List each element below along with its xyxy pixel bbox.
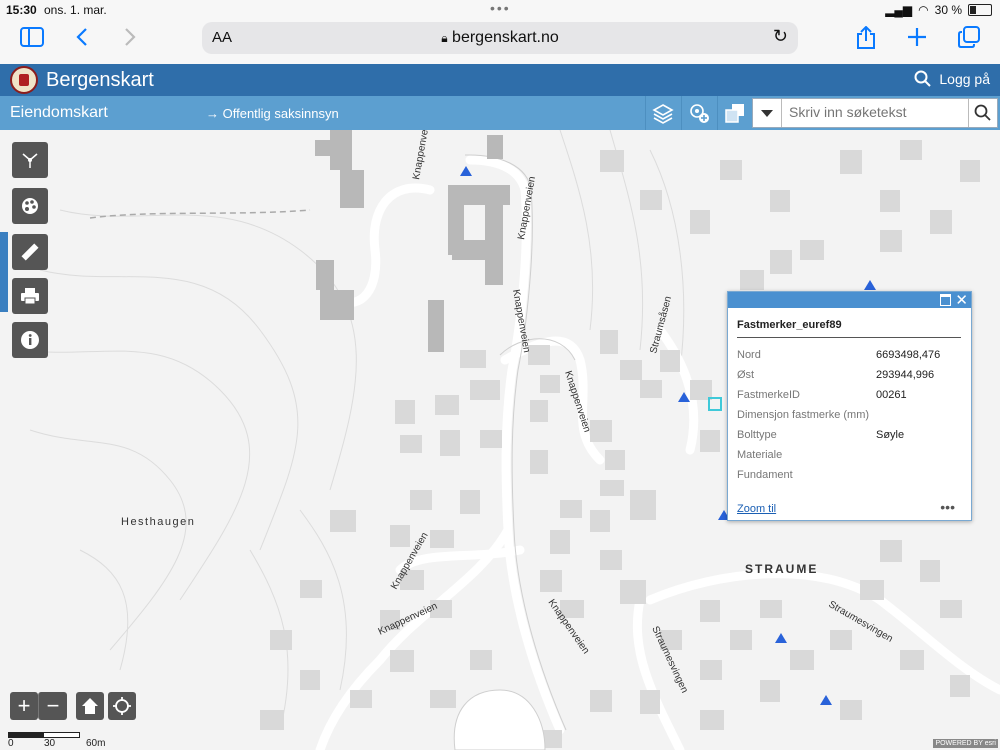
attribute-key: Dimensjon fastmerke (mm) (737, 409, 870, 421)
url-label: bergenskart.no (452, 29, 559, 46)
maximize-icon[interactable] (940, 294, 951, 306)
attribute-value: 00261 (876, 389, 907, 401)
status-time: 15:30 (6, 3, 37, 17)
attribute-value: Søyle (876, 429, 905, 441)
lock-icon: 🔒︎ (441, 31, 448, 45)
attribute-value (876, 405, 940, 425)
saksinnsyn-link[interactable]: → Offentlig saksinnsyn (206, 106, 339, 121)
add-location-icon[interactable] (681, 96, 716, 130)
table-row: Dimensjon fastmerke (mm) (737, 405, 940, 425)
place-label-straume: STRAUME (745, 562, 818, 576)
status-bar: 15:30 ons. 1. mar. ••• ▂▄▆ ◠ 30 % (0, 0, 1000, 18)
table-row: Bolttype Søyle (737, 425, 940, 445)
login-link[interactable]: Logg på (939, 71, 990, 87)
wifi-icon: ◠ (918, 3, 929, 17)
road-label-knappenveien-4: Knappenveien (562, 370, 592, 434)
map-view[interactable]: Hesthaugen STRAUME Knappenveien Knappenv… (0, 130, 1000, 750)
status-indicators: ▂▄▆ ◠ 30 % (885, 3, 992, 17)
reload-icon[interactable]: ↻ (773, 26, 788, 47)
popup-header: ✕ (728, 291, 971, 309)
search-box (752, 98, 998, 128)
zoom-to-link[interactable]: Zoom til (737, 503, 776, 515)
search-source-dropdown[interactable] (753, 99, 782, 127)
attribute-value (876, 445, 940, 465)
new-tab-icon[interactable] (903, 26, 931, 54)
attribute-key: FastmerkeID (737, 389, 800, 401)
table-row: FastmerkeID 00261 (737, 385, 940, 405)
measure-tool-button[interactable] (12, 234, 48, 270)
table-row: Øst 293944,996 (737, 365, 940, 385)
forward-icon[interactable] (116, 26, 144, 54)
share-icon[interactable] (852, 25, 880, 54)
close-icon[interactable]: ✕ (955, 291, 968, 309)
attribute-key: Øst (737, 369, 755, 381)
bergen-crest-logo[interactable] (10, 66, 38, 94)
powered-by-label[interactable]: POWERED BY esri (933, 739, 998, 748)
signal-icon: ▂▄▆ (885, 3, 913, 17)
tabs-overview-icon[interactable] (955, 26, 983, 54)
attribute-key: Bolttype (737, 429, 777, 441)
table-row: Nord 6693498,476 (737, 345, 940, 365)
scale-label-30: 30 (44, 738, 56, 749)
scale-bar: 0 30 60m (8, 732, 108, 749)
print-tool-button[interactable] (12, 278, 48, 314)
move-arrows-icon (22, 153, 38, 168)
popup-divider (737, 337, 961, 338)
info-icon (21, 331, 39, 349)
battery-percent: 30 % (934, 3, 962, 17)
locate-icon (113, 697, 131, 715)
draw-tool-button[interactable] (12, 188, 48, 224)
attribute-key: Materiale (737, 449, 783, 461)
map-title: Eiendomskart (10, 104, 108, 121)
more-options-button[interactable]: ••• (940, 499, 955, 515)
attribute-key: Nord (737, 349, 761, 361)
water-inlet (453, 689, 546, 750)
zoom-in-button[interactable]: + (10, 692, 38, 720)
zoom-out-button[interactable]: − (38, 692, 67, 720)
address-bar[interactable]: AA 🔒︎ bergenskart.no ↻ (202, 22, 798, 54)
ruler-icon (21, 243, 39, 261)
attribute-table: Nord 6693498,476 Øst 293944,996 FastmerkeI… (737, 345, 940, 485)
url-text: 🔒︎ bergenskart.no (202, 29, 798, 47)
attribute-value: 293944,996 (876, 369, 935, 381)
app-header: Bergenskart Logg på (0, 64, 1000, 96)
attribute-value: 6693498,476 (876, 349, 941, 361)
search-input[interactable] (787, 103, 961, 121)
sidebar-toggle-icon[interactable] (18, 26, 46, 54)
trail-path (89, 209, 311, 219)
browser-toolbar: AA 🔒︎ bergenskart.no ↻ (0, 18, 1000, 65)
map-toolbar: Eiendomskart → Offentlig saksinnsyn (0, 96, 1000, 130)
battery-icon (968, 4, 992, 16)
locate-button[interactable] (108, 692, 136, 720)
home-icon (82, 698, 98, 714)
info-tool-button[interactable] (12, 322, 48, 358)
navigation-tool-button[interactable] (12, 142, 48, 178)
feature-popup: ✕ Fastmerker_euref89 Nord 6693498,476 Øst… (727, 291, 972, 521)
table-row: Materiale (737, 445, 940, 465)
layers-icon[interactable] (645, 96, 680, 130)
popup-title: Fastmerker_euref89 (737, 319, 842, 331)
attribute-key: Fundament (737, 469, 793, 481)
place-label-hesthaugen: Hesthaugen (121, 516, 195, 528)
home-button[interactable] (76, 692, 104, 720)
app-title[interactable]: Bergenskart (46, 69, 154, 92)
table-row: Fundament (737, 465, 940, 485)
attribute-value (876, 465, 940, 485)
search-submit-button[interactable] (968, 99, 997, 127)
back-icon[interactable] (68, 26, 96, 54)
palette-icon (22, 198, 38, 214)
status-date: ons. 1. mar. (44, 3, 107, 17)
printer-icon (21, 288, 39, 305)
scale-label-0: 0 (8, 738, 14, 749)
multitasking-dots-icon[interactable]: ••• (490, 0, 511, 16)
road-label-knappenveien-1: Knappenveien (411, 130, 433, 181)
search-icon[interactable] (914, 70, 932, 93)
active-tool-indicator (0, 232, 8, 312)
scale-label-60: 60m (86, 738, 106, 749)
basemap-switch-icon[interactable] (717, 96, 752, 130)
